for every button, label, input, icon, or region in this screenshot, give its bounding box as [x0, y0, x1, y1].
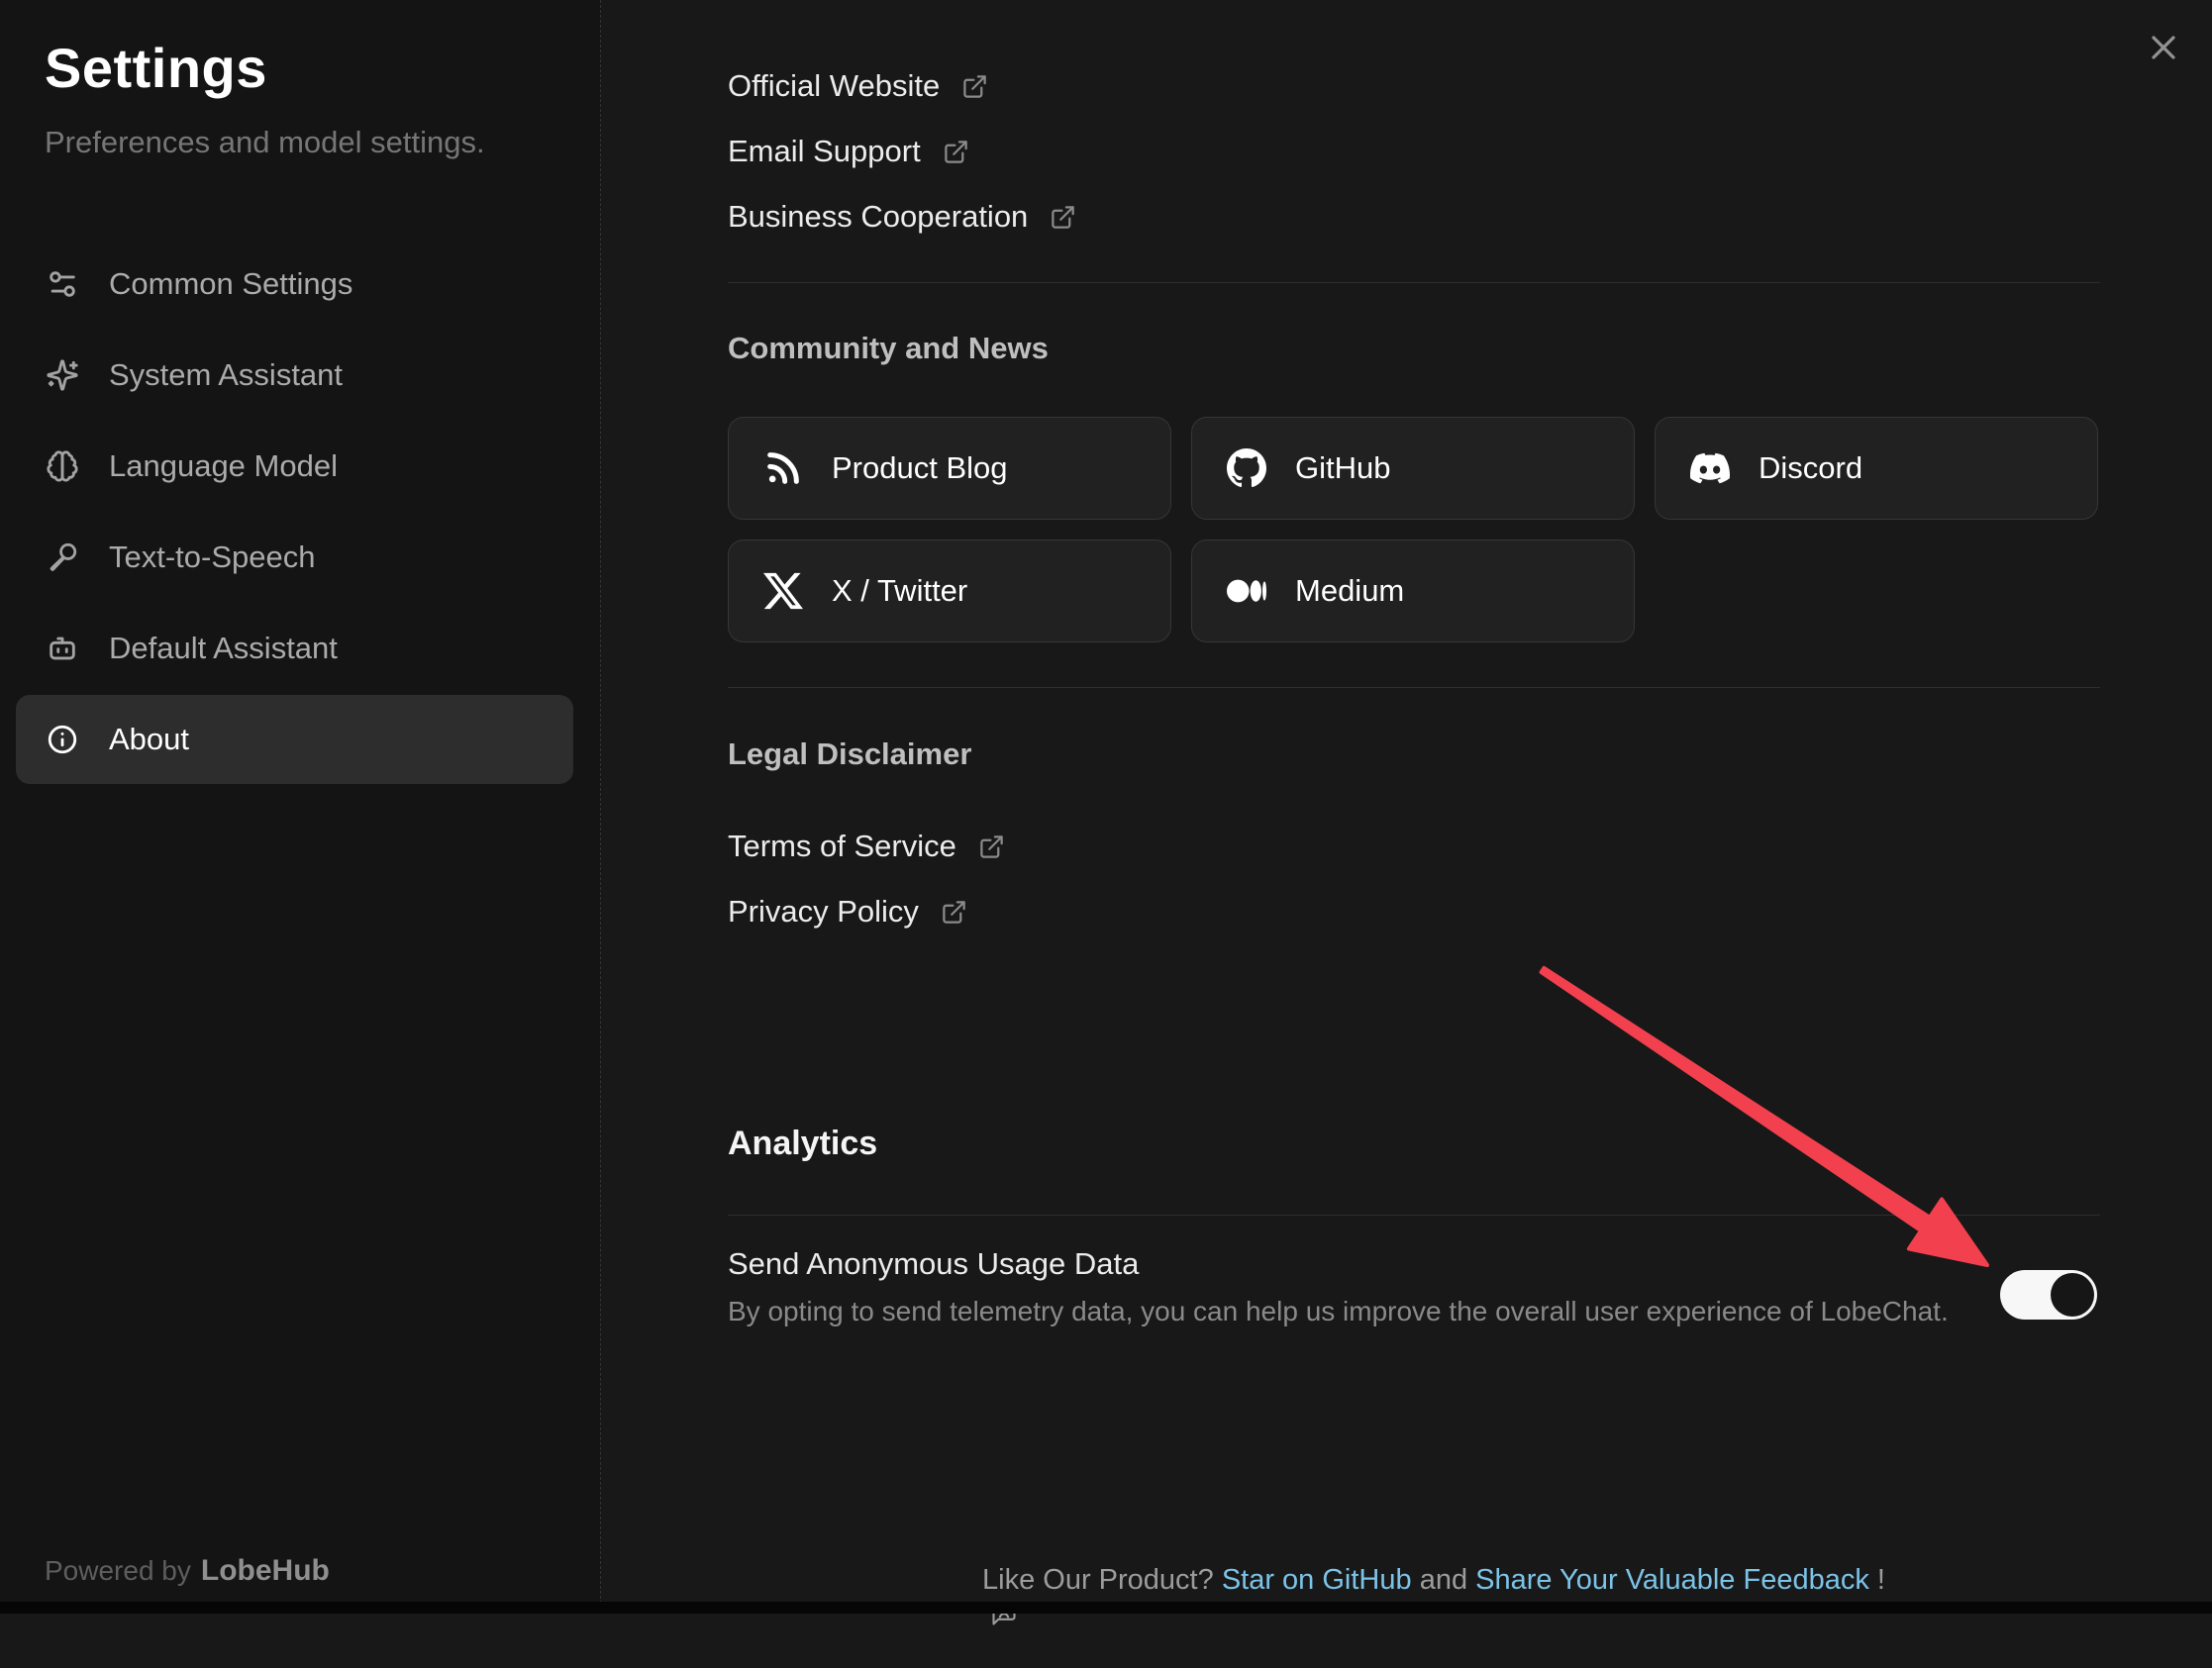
sparkles-icon [46, 358, 79, 392]
page-subtitle: Preferences and model settings. [45, 125, 485, 160]
sidebar-item-label: Common Settings [109, 266, 352, 302]
terms-of-service-link[interactable]: Terms of Service [728, 814, 1005, 879]
section-divider [728, 687, 2100, 688]
sidebar-item-label: About [109, 722, 189, 757]
bot-icon [46, 632, 79, 665]
contact-us-heading-clipped: Contact Us [728, 0, 1144, 9]
close-button[interactable] [2142, 26, 2185, 69]
sliders-icon [46, 267, 79, 301]
sidebar-item-about[interactable]: About [16, 695, 573, 784]
medium-button[interactable]: Medium [1191, 540, 1635, 642]
community-buttons: Product Blog GitHub Discord X / Twitter … [728, 417, 2098, 642]
discord-button[interactable]: Discord [1655, 417, 2098, 520]
business-cooperation-link[interactable]: Business Cooperation [728, 184, 1076, 249]
sidebar-menu: Common Settings System Assistant Languag… [16, 240, 573, 786]
community-heading: Community and News [728, 331, 1049, 366]
contact-links: Official Website Email Support Business … [728, 53, 1076, 249]
sidebar-item-language-model[interactable]: Language Model [16, 422, 573, 511]
discord-icon [1689, 447, 1731, 489]
official-website-link[interactable]: Official Website [728, 53, 1076, 119]
sidebar-item-label: Language Model [109, 448, 338, 484]
legal-heading: Legal Disclaimer [728, 736, 971, 772]
sidebar-item-text-to-speech[interactable]: Text-to-Speech [16, 513, 573, 602]
powered-by: Powered by LobeHub [45, 1554, 330, 1588]
close-icon [2149, 33, 2178, 62]
sidebar-item-label: System Assistant [109, 357, 343, 393]
usage-data-label: Send Anonymous Usage Data [728, 1246, 1139, 1282]
sidebar-item-label: Text-to-Speech [109, 540, 316, 575]
external-link-icon [943, 139, 969, 165]
toggle-knob [2051, 1273, 2094, 1317]
section-divider [728, 1215, 2100, 1216]
analytics-heading: Analytics [728, 1125, 877, 1163]
email-support-link[interactable]: Email Support [728, 119, 1076, 184]
mic-icon [46, 540, 79, 574]
legal-links: Terms of Service Privacy Policy [728, 814, 1005, 944]
product-blog-button[interactable]: Product Blog [728, 417, 1171, 520]
modal-bottom-edge [0, 1602, 2212, 1614]
usage-data-toggle[interactable] [2000, 1270, 2097, 1320]
footer-text-middle: and [1412, 1564, 1476, 1597]
brain-icon [46, 449, 79, 483]
x-logo-icon [762, 570, 804, 612]
external-link-icon [941, 899, 967, 926]
feedback-bubble-icon [943, 1567, 970, 1595]
github-button[interactable]: GitHub [1191, 417, 1635, 520]
footer-text-suffix: ! [1869, 1564, 1885, 1597]
sidebar-item-label: Default Assistant [109, 631, 338, 666]
page-title: Settings [45, 36, 267, 100]
sidebar-item-default-assistant[interactable]: Default Assistant [16, 604, 573, 693]
medium-icon [1226, 570, 1267, 612]
powered-by-text: Powered by [45, 1555, 191, 1586]
section-divider [728, 282, 2100, 283]
x-twitter-button[interactable]: X / Twitter [728, 540, 1171, 642]
rss-icon [762, 447, 804, 489]
share-feedback-link[interactable]: Share Your Valuable Feedback [1475, 1564, 1869, 1597]
external-link-icon [961, 73, 988, 100]
external-link-icon [978, 834, 1005, 860]
lobehub-brand: LobeHub [201, 1554, 330, 1587]
usage-data-description: By opting to send telemetry data, you ca… [728, 1296, 1949, 1327]
footer-cta: Like Our Product? Star on GitHub and Sha… [728, 1564, 2100, 1597]
github-icon [1226, 447, 1267, 489]
info-icon [46, 723, 79, 756]
sidebar-item-common-settings[interactable]: Common Settings [16, 240, 573, 329]
external-link-icon [1050, 204, 1076, 231]
star-on-github-link[interactable]: Star on GitHub [1222, 1564, 1412, 1597]
footer-text-prefix: Like Our Product? [982, 1564, 1222, 1597]
sidebar-item-system-assistant[interactable]: System Assistant [16, 331, 573, 420]
about-panel: Contact Us Official Website Email Suppor… [601, 0, 2212, 1614]
settings-sidebar: Settings Preferences and model settings.… [0, 0, 601, 1614]
privacy-policy-link[interactable]: Privacy Policy [728, 879, 1005, 944]
